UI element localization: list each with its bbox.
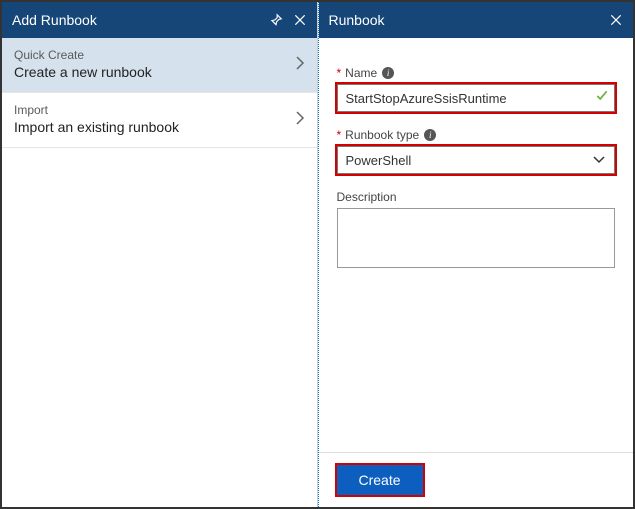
option-title: Import	[14, 103, 295, 117]
required-asterisk: *	[337, 128, 342, 142]
close-icon[interactable]	[293, 13, 307, 27]
left-pane-header: Add Runbook	[2, 2, 317, 38]
runbook-type-select[interactable]: PowerShell	[337, 146, 616, 174]
chevron-down-icon	[592, 153, 606, 168]
required-asterisk: *	[337, 66, 342, 80]
type-label: Runbook type	[345, 128, 419, 142]
valid-check-icon	[595, 89, 609, 106]
close-icon[interactable]	[609, 13, 623, 27]
name-label: Name	[345, 66, 377, 80]
info-icon[interactable]: i	[382, 67, 394, 79]
left-pane-title: Add Runbook	[12, 12, 259, 28]
option-import[interactable]: Import Import an existing runbook	[2, 93, 317, 148]
create-button[interactable]: Create	[337, 465, 423, 495]
pin-icon[interactable]	[269, 13, 283, 27]
type-label-row: * Runbook type i	[337, 128, 616, 142]
description-label: Description	[337, 190, 397, 204]
option-quick-create[interactable]: Quick Create Create a new runbook	[2, 38, 317, 93]
chevron-right-icon	[295, 55, 305, 74]
name-label-row: * Name i	[337, 66, 616, 80]
info-icon[interactable]: i	[424, 129, 436, 141]
chevron-right-icon	[295, 110, 305, 129]
option-title: Quick Create	[14, 48, 295, 62]
name-input[interactable]	[337, 84, 616, 112]
option-subtitle: Import an existing runbook	[14, 119, 295, 135]
option-subtitle: Create a new runbook	[14, 64, 295, 80]
right-pane-header: Runbook	[319, 2, 634, 38]
description-textarea[interactable]	[337, 208, 616, 268]
description-label-row: Description	[337, 190, 616, 204]
right-pane-title: Runbook	[329, 12, 600, 28]
select-value: PowerShell	[346, 153, 412, 168]
